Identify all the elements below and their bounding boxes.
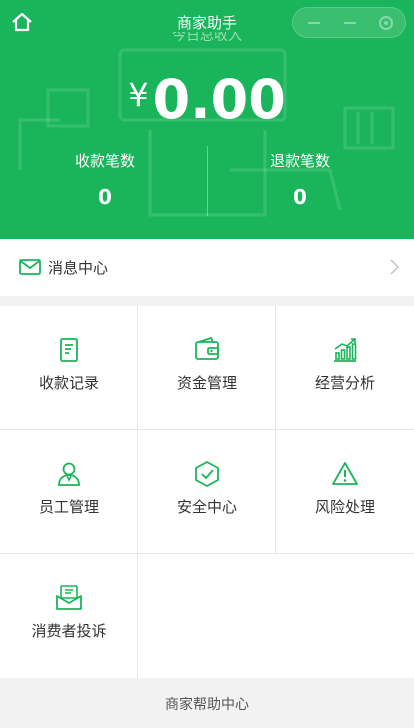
wallet-icon <box>195 336 219 360</box>
menu-item-fund-management[interactable]: 资金管理 <box>138 306 276 430</box>
menu-item-label: 员工管理 <box>38 498 99 516</box>
menu-item-business-analysis[interactable]: 经营分析 <box>276 306 414 430</box>
menu-item-label: 收款记录 <box>38 374 99 392</box>
receipts-value: 0 <box>98 185 112 209</box>
help-center-link[interactable]: 商家帮助中心 <box>0 678 414 728</box>
menu-item-security-center[interactable]: 安全中心 <box>138 430 276 554</box>
menu-item-consumer-complaints[interactable]: 消费者投诉 <box>0 554 138 678</box>
refunds-stat[interactable]: 退款笔数 0 <box>207 150 393 209</box>
chevron-right-icon <box>390 259 400 275</box>
shield-icon <box>195 461 219 487</box>
amount-value: 0.00 <box>152 68 286 131</box>
staff-icon <box>58 462 80 486</box>
receipt-icon <box>60 338 78 362</box>
menu-item-label: 经营分析 <box>314 374 375 392</box>
summary-header: 商家助手 今日总收入 ¥0.00 收款笔数 0 退款笔数 0 <box>0 0 414 239</box>
message-center-row[interactable]: 消息中心 <box>0 239 414 296</box>
help-center-label: 商家帮助中心 <box>165 697 249 713</box>
total-income-amount: ¥0.00 <box>0 68 414 131</box>
function-grid: 收款记录 资金管理 经营分析 员工管理 安全中心 风险处理 消费者投诉 <box>0 306 414 678</box>
chart-icon <box>334 338 357 362</box>
menu-item-risk-handling[interactable]: 风险处理 <box>276 430 414 554</box>
menu-item-label: 资金管理 <box>176 374 237 392</box>
menu-item-label: 风险处理 <box>314 498 375 516</box>
warning-icon <box>332 462 358 485</box>
message-center-label: 消息中心 <box>48 259 109 277</box>
currency-symbol: ¥ <box>128 76 149 114</box>
income-label: 今日总收入 <box>172 32 242 44</box>
menu-item-label: 消费者投诉 <box>31 622 107 640</box>
refunds-value: 0 <box>293 185 307 209</box>
menu-item-staff-management[interactable]: 员工管理 <box>0 430 138 554</box>
menu-item-receipt-records[interactable]: 收款记录 <box>0 306 138 430</box>
envelope-icon <box>19 259 41 275</box>
refunds-label: 退款笔数 <box>269 152 330 170</box>
receipts-stat[interactable]: 收款笔数 0 <box>10 150 200 209</box>
receipts-label: 收款笔数 <box>74 152 135 170</box>
menu-item-label: 安全中心 <box>176 498 237 516</box>
complaint-icon <box>56 585 82 610</box>
